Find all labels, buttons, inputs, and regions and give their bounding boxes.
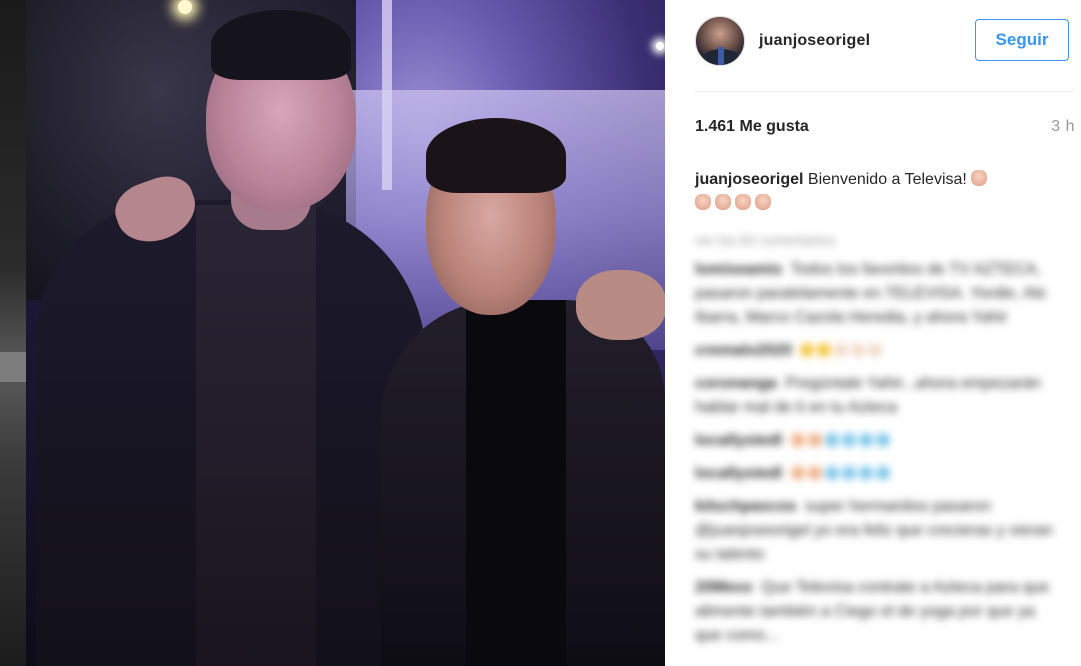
emoji-icon: [875, 466, 890, 480]
emoji-icon: [807, 433, 822, 447]
likes-count[interactable]: 1.461 Me gusta: [695, 118, 809, 136]
comment-item: 20Mexx Que Televisa contrate a Azteca pa…: [695, 576, 1065, 648]
avatar-tie: [718, 47, 724, 65]
emoji-icon: [868, 343, 883, 357]
header-divider: [695, 91, 1075, 92]
person-left-hair: [211, 10, 351, 80]
person-right-hair: [426, 118, 566, 193]
photo-light-small: [656, 42, 664, 50]
person-right-sweater: [466, 300, 566, 666]
comment-item: lomiseamis Todos los favoritos de TV AZT…: [695, 258, 1065, 330]
emoji-icon: [841, 466, 856, 480]
emoji-icon: [834, 343, 849, 357]
comment-username[interactable]: 20Mexx: [695, 579, 753, 596]
likes-row: 1.461 Me gusta 3 h: [695, 118, 1075, 136]
avatar[interactable]: [695, 16, 745, 66]
comment-item: locallystedl: [695, 429, 1065, 453]
comment-item: locallystedl: [695, 462, 1065, 486]
person-left-hand-on-shoulder: [576, 270, 665, 340]
post-caption: juanjoseorigel Bienvenido a Televisa!: [695, 168, 1065, 216]
emoji-icon: [817, 343, 832, 357]
waving-hand-emoji-icon: [971, 170, 988, 186]
comment-item: coronanga Pregúntale Yahir...ahora empez…: [695, 372, 1065, 420]
edge-separator: [0, 352, 26, 382]
caption-username[interactable]: juanjoseorigel: [695, 171, 803, 188]
post-header: juanjoseorigel Seguir: [695, 16, 1075, 66]
post-side-panel: juanjoseorigel Seguir 1.461 Me gusta 3 h…: [665, 0, 1081, 666]
photo-light: [178, 0, 192, 14]
post-author-username[interactable]: juanjoseorigel: [759, 32, 870, 50]
load-more-comments[interactable]: ver los 60 comentarios: [695, 228, 1065, 252]
comment-username[interactable]: locallystedl: [695, 432, 782, 449]
comment-item: kitschpascos super hermanitos pasaron @j…: [695, 495, 1065, 567]
comment-username[interactable]: cremalo2020: [695, 342, 792, 359]
post-photo[interactable]: [26, 0, 665, 666]
emoji-icon: [824, 433, 839, 447]
emoji-icon: [841, 433, 856, 447]
comment-username[interactable]: kitschpascos: [695, 498, 796, 515]
waving-hand-emoji-icon: [695, 194, 711, 210]
follow-button[interactable]: Seguir: [975, 19, 1069, 61]
previous-post-edge: [0, 0, 26, 666]
comment-username[interactable]: coronanga: [695, 375, 777, 392]
comment-username[interactable]: lomiseamis: [695, 261, 782, 278]
photo-background-pole: [382, 0, 392, 190]
emoji-icon: [875, 433, 890, 447]
comments-list-blurred: ver los 60 comentarios lomiseamis Todos …: [695, 228, 1065, 657]
emoji-icon: [790, 466, 805, 480]
emoji-icon: [800, 343, 815, 357]
waving-hand-emoji-icon: [735, 194, 751, 210]
caption-text: Bienvenido a Televisa!: [807, 171, 972, 188]
post-time[interactable]: 3 h: [1051, 118, 1075, 136]
person-left-shirt: [196, 205, 316, 666]
waving-hand-emoji-icon: [755, 194, 771, 210]
comment-item: cremalo2020: [695, 339, 1065, 363]
emoji-icon: [807, 466, 822, 480]
emoji-icon: [858, 433, 873, 447]
waving-hand-emoji-icon: [715, 194, 731, 210]
emoji-icon: [824, 466, 839, 480]
emoji-icon: [851, 343, 866, 357]
emoji-icon: [858, 466, 873, 480]
emoji-icon: [790, 433, 805, 447]
comment-username[interactable]: locallystedl: [695, 465, 782, 482]
